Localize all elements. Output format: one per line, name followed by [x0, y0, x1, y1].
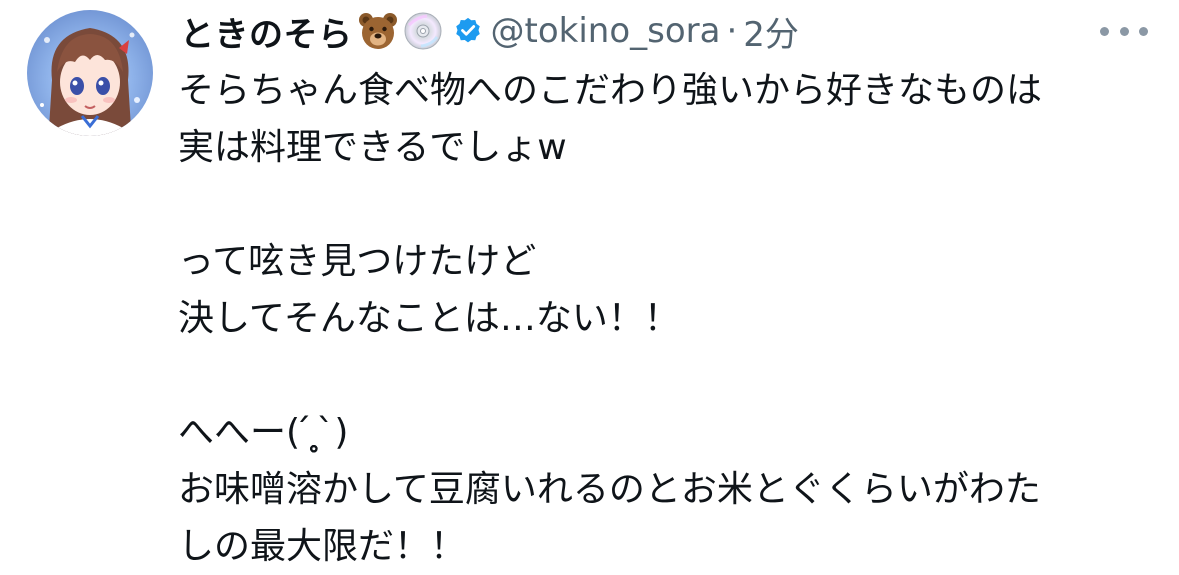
tweet-text-line: へへー( ́ ̥̥̥ ̀): [178, 412, 349, 453]
tweet-text-line: って呟き見つけたけど: [178, 241, 537, 282]
avatar[interactable]: [27, 10, 153, 136]
bear-face-emoji: [357, 10, 399, 52]
tweet-text-line: そらちゃん食べ物へのこだわり強いから好きなものは: [178, 70, 1043, 111]
avatar-illustration: [40, 28, 140, 136]
more-horizontal-icon: [1139, 26, 1148, 36]
tweet-header: ときのそら @tokino_sora · 2分: [180, 7, 799, 56]
more-options-button[interactable]: [1100, 16, 1148, 46]
tweet-text-line: しの最大限だ！！: [178, 526, 467, 567]
separator-dot: ·: [726, 11, 738, 51]
tweet-text-line: [178, 347, 1168, 404]
display-name[interactable]: ときのそら: [180, 7, 353, 56]
verified-badge-icon: [453, 16, 483, 46]
more-horizontal-icon: [1100, 26, 1109, 36]
user-handle[interactable]: @tokino_sora: [491, 11, 721, 51]
tweet-text-line: [178, 176, 1168, 233]
tweet-text-line: 実は料理できるでしょw: [178, 127, 567, 168]
tweet-text: そらちゃん食べ物へのこだわり強いから好きなものは 実は料理できるでしょw って呟…: [178, 62, 1168, 575]
tweet-text-line: お味噌溶かして豆腐いれるのとお米とぐくらいがわた: [178, 469, 1041, 510]
dvd-disc-emoji: [403, 11, 443, 51]
tweet-text-line: 決してそんなことは…ない！！: [178, 298, 680, 339]
more-horizontal-icon: [1119, 26, 1129, 36]
timestamp[interactable]: 2分: [743, 7, 799, 56]
